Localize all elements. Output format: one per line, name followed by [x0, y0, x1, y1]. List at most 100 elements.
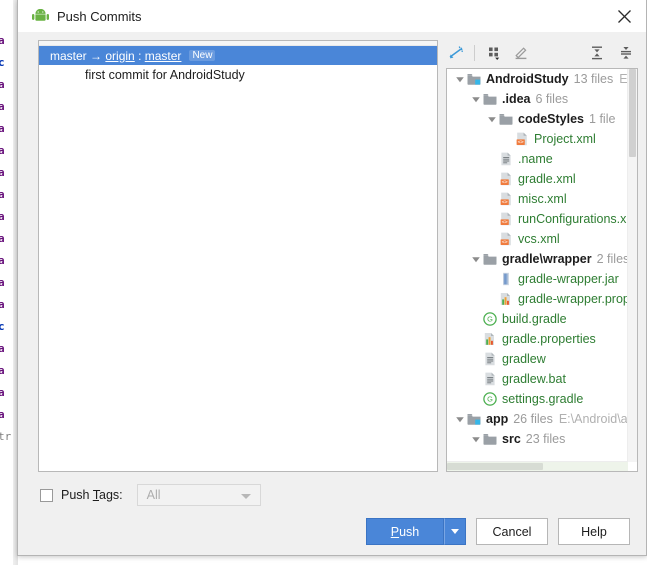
- tree-twisty-toggle[interactable]: [453, 414, 466, 424]
- group-by-icon: [489, 47, 500, 60]
- tree-file-name: vcs.xml: [518, 232, 560, 246]
- tree-file-name: misc.xml: [518, 192, 567, 206]
- tree-row[interactable]: app 26 files E:\Android\ap: [447, 409, 628, 429]
- tree-row[interactable]: Gbuild.gradle: [447, 309, 628, 329]
- tree-twisty-toggle[interactable]: [469, 434, 482, 444]
- local-branch-label: master: [50, 48, 87, 63]
- tree-file-name: gradle-wrapper.jar: [518, 272, 619, 286]
- tree-row[interactable]: gradle-wrapper.prop: [447, 289, 628, 309]
- tree-vertical-scroll-thumb[interactable]: [629, 69, 636, 157]
- commit-message-text: first commit for AndroidStudy: [85, 68, 245, 82]
- new-branch-badge: New: [189, 50, 216, 61]
- push-tags-label-prefix: Push: [61, 488, 93, 502]
- tree-row[interactable]: gradlew: [447, 349, 628, 369]
- tree-row[interactable]: codeStyles 1 file: [447, 109, 628, 129]
- collapse-all-icon-button[interactable]: [615, 42, 637, 64]
- folder-icon: [483, 434, 497, 445]
- chevron-down-icon: [487, 117, 496, 123]
- jar-file-icon: [503, 272, 509, 286]
- tree-row[interactable]: gradle-wrapper.jar: [447, 269, 628, 289]
- tree-row[interactable]: gradle.properties: [447, 329, 628, 349]
- background-code-fragment: a: [0, 408, 5, 421]
- tree-twisty-toggle[interactable]: [469, 94, 482, 104]
- close-button[interactable]: [602, 0, 646, 32]
- group-by-icon-button[interactable]: [484, 42, 506, 64]
- expand-all-icon: [592, 46, 602, 60]
- show-diff-icon: [449, 46, 464, 59]
- properties-file-icon: [500, 293, 510, 305]
- folder-icon: [498, 111, 514, 127]
- push-tags-select[interactable]: All: [136, 484, 261, 506]
- cancel-button[interactable]: Cancel: [476, 518, 548, 545]
- tree-row[interactable]: <> gradle.xml: [447, 169, 628, 189]
- svg-text:<>: <>: [518, 140, 524, 146]
- tree-vertical-scrollbar[interactable]: [627, 69, 637, 462]
- xml-file-icon: <>: [500, 212, 511, 226]
- dialog-content: master → origin : master New first commi…: [18, 32, 646, 555]
- push-tags-select-value: All: [146, 488, 161, 502]
- chevron-down-icon: [455, 417, 464, 423]
- push-button-group: Push: [366, 518, 466, 545]
- push-spec-row[interactable]: master → origin : master New: [39, 46, 437, 65]
- edit-source-icon-button[interactable]: [510, 42, 532, 64]
- tree-row[interactable]: gradlew.bat: [447, 369, 628, 389]
- background-code-fragment: a: [0, 166, 5, 179]
- push-commits-dialog: Push Commits master → origin : master Ne…: [17, 0, 647, 556]
- chevron-down-icon: [471, 257, 480, 263]
- tree-file-name: runConfigurations.xm: [518, 212, 628, 226]
- remote-name-link[interactable]: origin: [105, 49, 134, 63]
- remote-branch-link[interactable]: master: [145, 49, 182, 63]
- tree-row[interactable]: src 23 files: [447, 429, 628, 449]
- edit-icon: [515, 47, 527, 60]
- push-tags-checkbox[interactable]: [40, 488, 53, 502]
- help-button[interactable]: Help: [558, 518, 630, 545]
- tree-twisty-toggle[interactable]: [485, 114, 498, 124]
- tree-row[interactable]: gradle\wrapper 2 files: [447, 249, 628, 269]
- xml-file-icon: <>: [500, 232, 511, 246]
- tree-row[interactable]: .idea 6 files: [447, 89, 628, 109]
- expand-all-icon-button[interactable]: [586, 42, 608, 64]
- svg-text:<>: <>: [502, 220, 508, 226]
- push-button[interactable]: Push: [366, 518, 444, 545]
- background-code-fragment: a: [0, 144, 5, 157]
- commit-message-row[interactable]: first commit for AndroidStudy: [39, 65, 437, 85]
- module-folder-icon: [467, 74, 481, 85]
- push-dropdown-button[interactable]: [444, 518, 466, 545]
- text-file-icon: [498, 151, 514, 167]
- module-folder-icon: [466, 411, 482, 427]
- background-code-fragment: a: [0, 254, 5, 267]
- text-file-icon: [501, 152, 511, 166]
- tree-horizontal-scrollbar[interactable]: [447, 461, 628, 471]
- show-diff-icon-button[interactable]: [446, 42, 468, 64]
- tree-file-name: gradlew: [502, 352, 546, 366]
- svg-text:G: G: [487, 315, 493, 324]
- module-folder-icon: [467, 414, 481, 425]
- tree-file-count: 6 files: [535, 92, 569, 106]
- dialog-title-bar: Push Commits: [18, 0, 646, 33]
- tree-row[interactable]: AndroidStudy13 filesE:\Ar: [447, 69, 628, 89]
- background-code-fragment: a: [0, 34, 5, 47]
- background-code-fragment: a: [0, 188, 5, 201]
- tree-row[interactable]: <> Project.xml: [447, 129, 628, 149]
- push-tags-label-suffix: ags:: [99, 488, 123, 502]
- tree-row[interactable]: .name: [447, 149, 628, 169]
- tree-twisty-toggle[interactable]: [453, 74, 466, 84]
- text-file-icon: [482, 351, 498, 367]
- gradle-file-icon: G: [483, 392, 497, 406]
- tree-file-count: 26 files: [513, 412, 553, 426]
- tree-row[interactable]: <> vcs.xml: [447, 229, 628, 249]
- tree-file-name: gradlew.bat: [502, 372, 566, 386]
- tree-row[interactable]: <> misc.xml: [447, 189, 628, 209]
- folder-icon: [482, 431, 498, 447]
- tree-row[interactable]: <> runConfigurations.xm: [447, 209, 628, 229]
- page-title: Push Commits: [57, 8, 142, 24]
- xml-file-icon: <>: [498, 231, 514, 247]
- tree-twisty-toggle[interactable]: [469, 254, 482, 264]
- xml-file-icon: <>: [500, 172, 511, 186]
- folder-icon: [482, 251, 498, 267]
- tree-row[interactable]: Gsettings.gradle: [447, 389, 628, 409]
- commit-list-panel[interactable]: master → origin : master New first commi…: [38, 40, 438, 472]
- close-icon: [617, 9, 631, 23]
- file-tree-panel[interactable]: AndroidStudy13 filesE:\Ar.idea6 filescod…: [446, 68, 638, 472]
- tree-horizontal-scroll-thumb[interactable]: [447, 463, 543, 470]
